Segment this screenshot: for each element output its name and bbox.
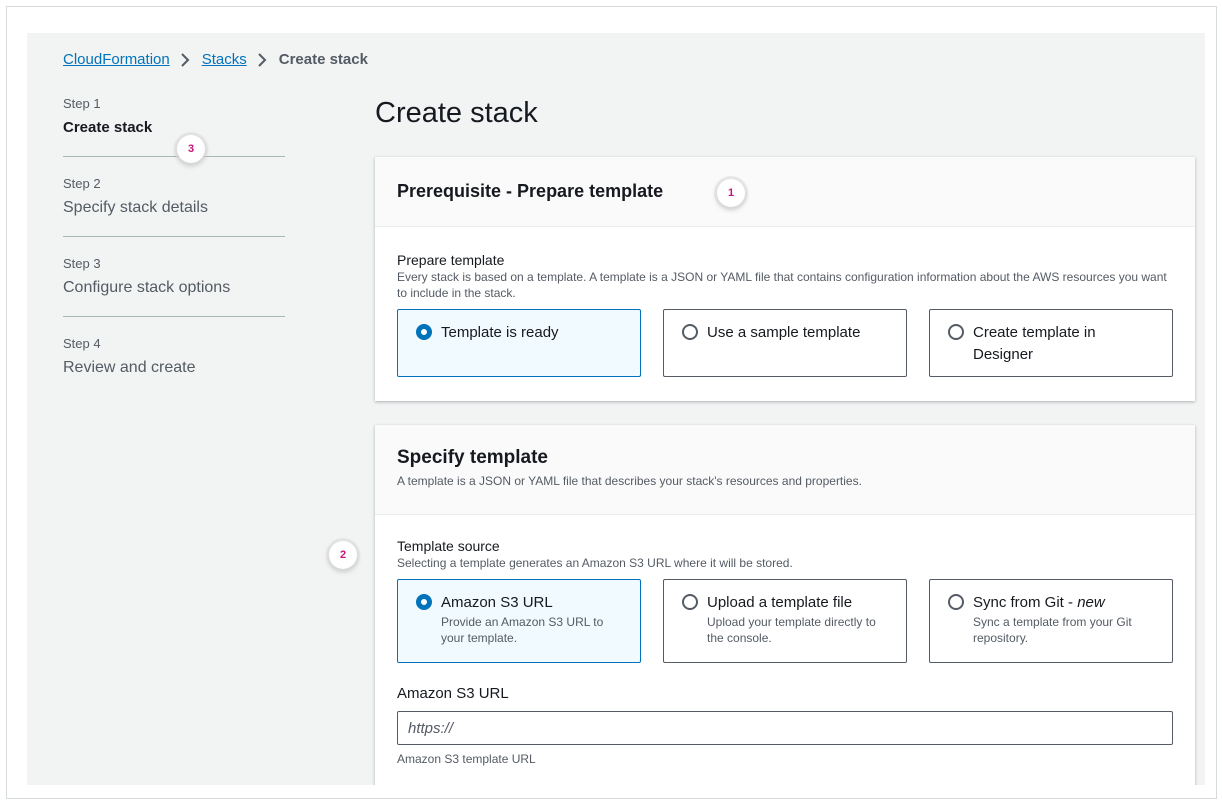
option-label: Sync from Git - new [973, 592, 1154, 614]
template-source-options: Amazon S3 URL Provide an Amazon S3 URL t… [397, 579, 1173, 663]
chevron-right-icon [174, 52, 198, 68]
option-create-in-designer[interactable]: Create template in Designer [929, 309, 1173, 377]
s3-url-label: Amazon S3 URL [397, 685, 509, 702]
option-label: Create template in Designer [973, 324, 1096, 363]
option-upload-template-file[interactable]: Upload a template file Upload your templ… [663, 579, 907, 663]
template-source-label: Template source [397, 538, 500, 554]
wizard-step-1[interactable]: Step 1 Create stack [63, 95, 285, 157]
wizard-steps: Step 1 Create stack Step 2 Specify stack… [63, 95, 285, 414]
prerequisite-header: Prerequisite - Prepare template [375, 157, 1195, 227]
step-title: Specify stack details [63, 199, 208, 216]
console-canvas: CloudFormation Stacks Create stack Step … [27, 33, 1205, 785]
wizard-step-2[interactable]: Step 2 Specify stack details [63, 175, 285, 237]
specify-template-body: Template source Selecting a template gen… [375, 515, 1195, 767]
screenshot-frame: CloudFormation Stacks Create stack Step … [6, 6, 1217, 799]
callout-badge-2: 2 [329, 541, 357, 569]
s3-url-hint: Amazon S3 template URL [397, 752, 536, 766]
prepare-template-options: Template is ready Use a sample template … [397, 309, 1173, 377]
step-title: Review and create [63, 359, 196, 376]
prerequisite-body: Prepare template Every stack is based on… [375, 227, 1195, 377]
option-description: Provide an Amazon S3 URL to your templat… [441, 615, 604, 645]
prepare-template-label: Prepare template [397, 252, 505, 268]
step-title: Configure stack options [63, 279, 231, 296]
specify-template-subtitle: A template is a JSON or YAML file that d… [397, 474, 862, 488]
step-title: Create stack [63, 119, 153, 136]
option-label-text: Sync from Git - [973, 594, 1078, 611]
breadcrumb-current: Create stack [278, 51, 368, 68]
s3-url-input[interactable] [397, 711, 1173, 745]
option-description: Upload your template directly to the con… [707, 615, 876, 645]
prerequisite-title: Prerequisite - Prepare template [397, 181, 664, 201]
option-sample-template[interactable]: Use a sample template [663, 309, 907, 377]
option-template-ready[interactable]: Template is ready [397, 309, 641, 377]
step-number: Step 3 [63, 256, 101, 271]
step-number: Step 4 [63, 336, 101, 351]
breadcrumb: CloudFormation Stacks Create stack [63, 51, 368, 68]
radio-unchecked-icon[interactable] [948, 324, 964, 340]
option-amazon-s3-url[interactable]: Amazon S3 URL Provide an Amazon S3 URL t… [397, 579, 641, 663]
step-number: Step 2 [63, 176, 101, 191]
callout-badge-3: 3 [177, 135, 205, 163]
new-tag: new [1077, 594, 1105, 611]
radio-checked-icon[interactable] [416, 324, 432, 340]
breadcrumb-stacks[interactable]: Stacks [202, 51, 247, 68]
option-label: Use a sample template [707, 324, 861, 341]
option-label: Template is ready [441, 324, 559, 341]
callout-badge-1: 1 [717, 179, 745, 207]
specify-template-header: Specify template A template is a JSON or… [375, 425, 1195, 515]
specify-template-title: Specify template [397, 447, 548, 468]
radio-unchecked-icon[interactable] [682, 324, 698, 340]
specify-template-panel: Specify template A template is a JSON or… [375, 425, 1195, 785]
option-description: Sync a template from your Git repository… [973, 615, 1132, 645]
option-label: Upload a template file [707, 594, 853, 611]
radio-unchecked-icon[interactable] [682, 594, 698, 610]
breadcrumb-cloudformation[interactable]: CloudFormation [63, 51, 170, 68]
radio-checked-icon[interactable] [416, 594, 432, 610]
prerequisite-panel: Prerequisite - Prepare template Prepare … [375, 157, 1195, 401]
chevron-right-icon [251, 52, 275, 68]
page-title: Create stack [375, 97, 538, 129]
template-source-description: Selecting a template generates an Amazon… [397, 556, 793, 570]
wizard-step-3[interactable]: Step 3 Configure stack options [63, 255, 285, 317]
option-label: Amazon S3 URL [441, 594, 553, 611]
prepare-template-description: Every stack is based on a template. A te… [397, 270, 1167, 300]
radio-unchecked-icon[interactable] [948, 594, 964, 610]
step-number: Step 1 [63, 96, 101, 111]
option-sync-from-git[interactable]: Sync from Git - new Sync a template from… [929, 579, 1173, 663]
wizard-step-4[interactable]: Step 4 Review and create [63, 335, 285, 396]
